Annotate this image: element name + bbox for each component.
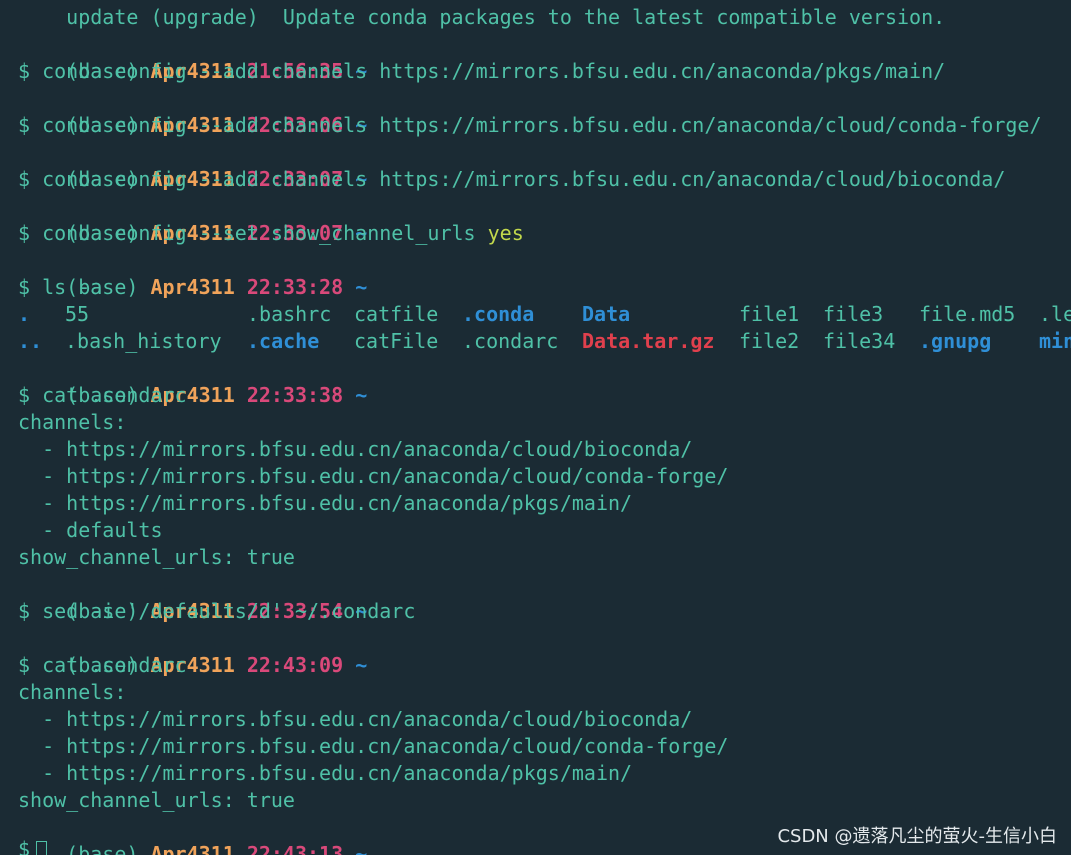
output-line: - https://mirrors.bfsu.edu.cn/anaconda/p… [18,491,633,515]
terminal-window[interactable]: update (upgrade) Update conda packages t… [0,0,1071,855]
ls-entry: 55 [65,302,90,326]
output-line: update (upgrade) Update conda packages t… [18,5,946,29]
prompt-cwd: ~ [355,383,368,407]
ls-entry: .gnupg [919,329,992,353]
ls-entry: .condarc [462,329,559,353]
ls-entry: file34 [823,329,896,353]
prompt-line: (base) Apr4311 22:33:07 ~ [18,193,367,245]
command-text: conda config --set show_channel_urls [42,221,488,245]
ls-entry: file2 [739,329,800,353]
prompt-cwd: ~ [355,653,368,677]
prompt-time: 22:43:13 [246,842,344,855]
command-text: ls -a [42,275,103,299]
prompt-symbol: $ [18,221,31,245]
ls-entry: file.md5 [919,302,1016,326]
prompt-env: (base) [66,842,139,855]
command-line: $ conda config --add channels https://mi… [18,166,1005,193]
ls-entry: .cache [247,329,320,353]
command-line: $ sed -i '/defaults/d' ~/.condarc [18,598,415,625]
ls-output-row: . 55 .bashrc catfile .conda Data file1 f… [18,301,1071,328]
prompt-line: (base) Apr4311 22:33:54 ~ [18,571,367,623]
prompt-line: (base) Apr4311 22:33:06 ~ [18,85,367,137]
prompt-symbol: $ [18,275,31,299]
prompt-time: 22:43:09 [246,653,344,677]
ls-entry: Data [582,302,631,326]
output-line: - https://mirrors.bfsu.edu.cn/anaconda/c… [18,464,729,488]
ls-entry: .. [18,329,43,353]
prompt-symbol: $ [18,113,31,137]
command-text: conda config --add channels https://mirr… [42,167,1006,191]
prompt-line: (base) Apr4311 22:33:28 ~ [18,247,367,299]
ls-entry: .conda [462,302,535,326]
prompt-line: (base) Apr4311 22:43:09 ~ [18,625,367,677]
prompt-symbol: $ [18,653,31,677]
watermark: CSDN @遗落凡尘的萤火-生信小白 [777,826,1057,847]
prompt-line: (base) Apr4311 22:33:07 ~ [18,139,367,191]
output-line: - defaults [18,518,163,542]
prompt-symbol: $ [18,599,31,623]
ls-entry: .bash_history [65,329,222,353]
ls-entry: .le [1039,302,1071,326]
prompt-symbol: $ [18,837,31,855]
prompt-line: (base) Apr4311 22:43:13 ~ [18,814,367,855]
command-arg-yes: yes [487,221,524,245]
output-line: show_channel_urls: true [18,788,295,812]
output-line: channels: [18,410,127,434]
ls-entry: min [1039,329,1071,353]
command-text: sed -i '/defaults/d' ~/.condarc [42,599,416,623]
prompt-user: Apr4311 [150,842,235,855]
command-text: cat .condarc [42,653,187,677]
prompt-time: 22:33:28 [246,275,344,299]
ls-entry: file3 [823,302,884,326]
output-line: show_channel_urls: true [18,545,295,569]
output-line: - https://mirrors.bfsu.edu.cn/anaconda/c… [18,707,693,731]
command-line: $ cat .condarc [18,382,187,409]
command-line: $ cat .condarc [18,652,187,679]
ls-entry: file1 [739,302,800,326]
prompt-symbol: $ [18,59,31,83]
prompt-time: 22:33:38 [246,383,344,407]
cursor-icon [36,841,48,855]
output-line: - https://mirrors.bfsu.edu.cn/anaconda/c… [18,437,693,461]
command-line: $ conda config --add channels https://mi… [18,112,1042,139]
command-text: conda config --add channels https://mirr… [42,113,1042,137]
command-text: conda config --add channels https://mirr… [42,59,946,83]
ls-entry: Data.tar.gz [582,329,715,353]
ls-entry: . [18,302,31,326]
output-line: channels: [18,680,127,704]
prompt-line: (base) Apr4311 22:33:38 ~ [18,355,367,407]
ls-entry: .bashrc [247,302,332,326]
ls-entry: catFile [354,329,439,353]
prompt-line: (base) Apr4311 21:56:35 ~ [18,31,367,83]
prompt-cwd: ~ [355,275,368,299]
output-line: - https://mirrors.bfsu.edu.cn/anaconda/p… [18,761,633,785]
prompt-user: Apr4311 [150,275,235,299]
ls-output-row: .. .bash_history .cache catFile .condarc… [18,328,1071,355]
command-text: cat .condarc [42,383,187,407]
output-line: - https://mirrors.bfsu.edu.cn/anaconda/c… [18,734,729,758]
command-line: $ conda config --add channels https://mi… [18,58,945,85]
command-line: $ conda config --set show_channel_urls y… [18,220,524,247]
command-line[interactable]: $ [18,836,48,855]
command-line: $ ls -a [18,274,102,301]
prompt-symbol: $ [18,167,31,191]
prompt-symbol: $ [18,383,31,407]
prompt-cwd: ~ [355,842,368,855]
ls-entry: catfile [354,302,439,326]
